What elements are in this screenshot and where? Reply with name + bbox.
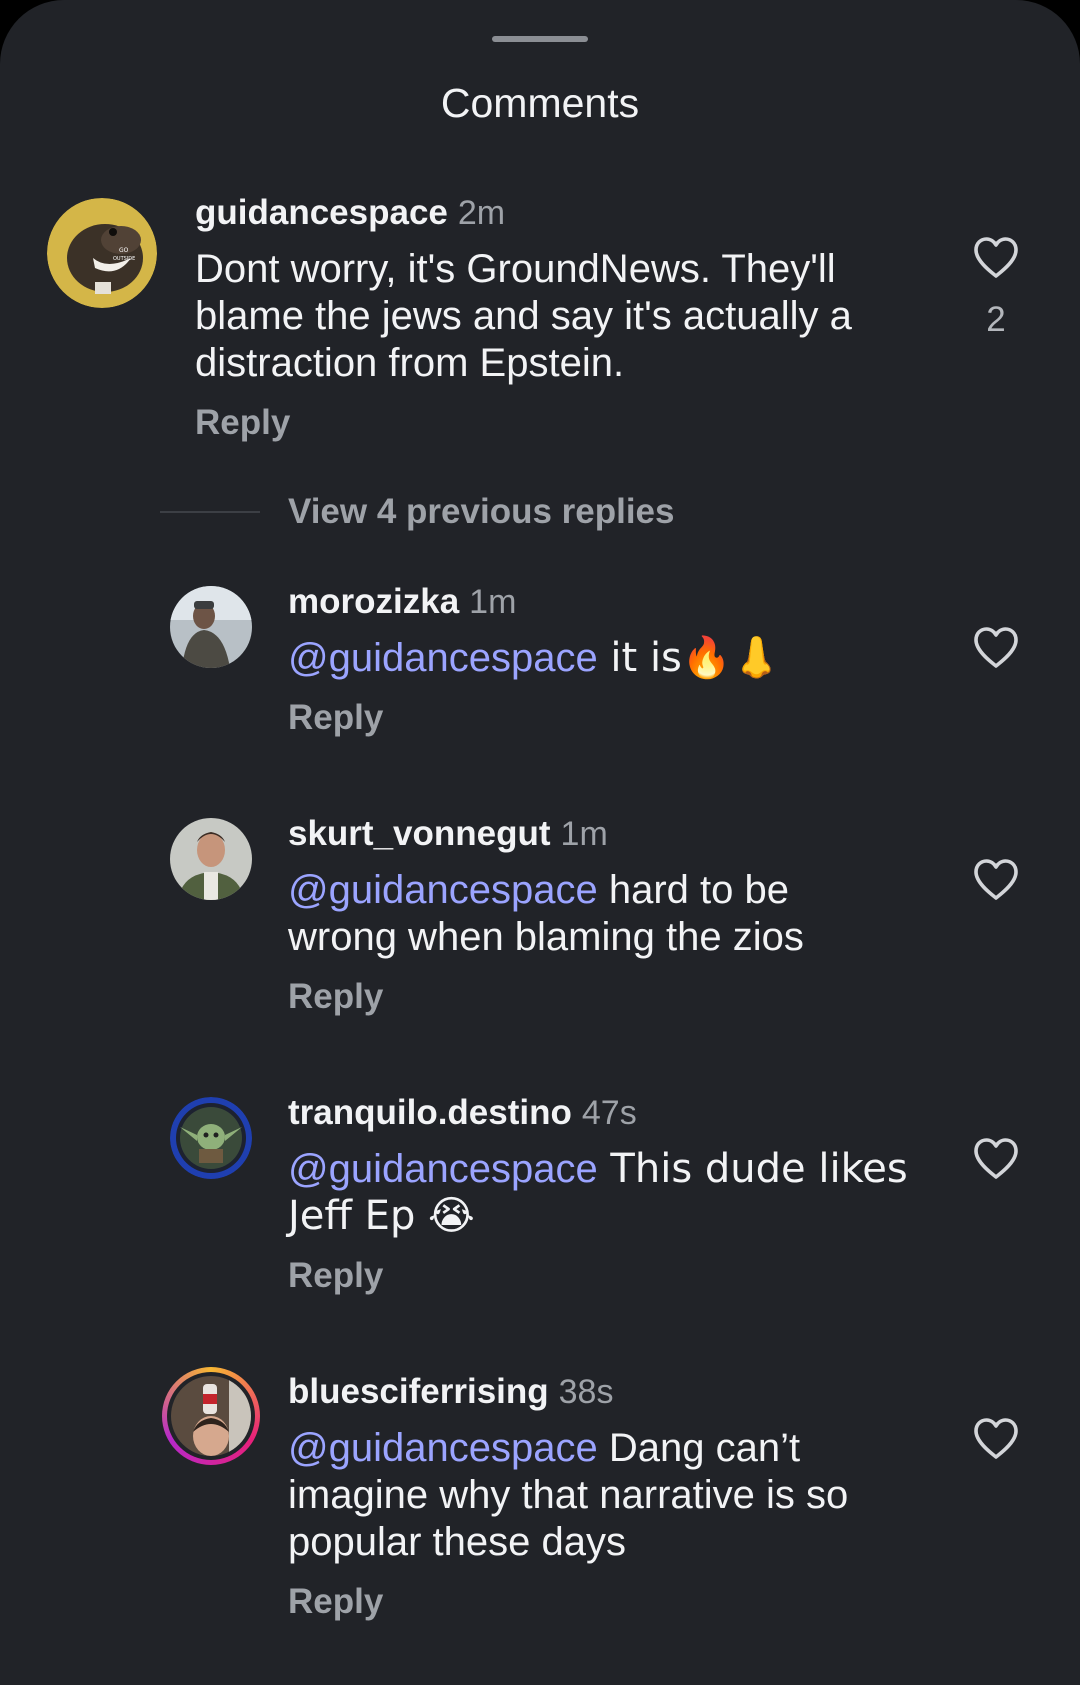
avatar-image — [170, 1097, 252, 1179]
reply-button[interactable]: Reply — [195, 401, 290, 445]
reply-time: 1m — [469, 583, 517, 621]
reply-text: @guidancespace hard to be wrong when bla… — [288, 867, 908, 961]
avatar[interactable] — [170, 1097, 252, 1179]
heart-outline-icon — [974, 627, 1018, 668]
reply-button[interactable]: Reply — [288, 1580, 383, 1624]
reply-body: skurt_vonnegut 1m @guidancespace hard to … — [288, 809, 908, 1019]
reply-username[interactable]: bluesciferrising — [288, 1372, 549, 1411]
heart-outline-icon — [974, 237, 1018, 278]
avatar-caption-2: OUTSIDE — [113, 256, 135, 262]
avatar-image — [170, 818, 252, 900]
reply-body: tranquilo.destino 47s @guidancespace This… — [288, 1088, 908, 1298]
comment-time: 2m — [457, 194, 506, 232]
like-button[interactable] — [972, 626, 1020, 670]
reply-text: @guidancespace This dude likes Jeff Ep 😭 — [288, 1146, 908, 1240]
avatar[interactable] — [170, 586, 252, 668]
like-button[interactable] — [972, 1417, 1020, 1461]
reply-text: @guidancespace Dang can’t imagine why th… — [288, 1425, 928, 1566]
reply-time: 47s — [581, 1094, 637, 1132]
comment-body: guidancespace 2m Dont worry, it's GroundN… — [195, 188, 915, 445]
reply-meta: bluesciferrising 38s — [288, 1367, 928, 1417]
like-button[interactable] — [972, 236, 1020, 280]
heart-outline-icon — [974, 1138, 1018, 1179]
avatar[interactable] — [170, 818, 252, 900]
mention-link[interactable]: @guidancespace — [288, 1426, 598, 1470]
view-replies-label: View 4 previous replies — [288, 492, 675, 531]
reply-meta: morozizka 1m — [288, 577, 908, 627]
reply-text: @guidancespace it is🔥👃 — [288, 635, 908, 682]
reply-time: 1m — [560, 815, 608, 853]
heart-outline-icon — [974, 1418, 1018, 1459]
avatar-caption: GO — [119, 247, 129, 254]
reply-text-content: it is🔥👃 — [597, 635, 782, 681]
reply-button[interactable]: Reply — [288, 975, 383, 1019]
view-replies-button[interactable]: View 4 previous replies — [160, 490, 675, 534]
mention-link[interactable]: @guidancespace — [288, 636, 598, 680]
comment-username[interactable]: guidancespace — [195, 193, 448, 232]
reply-body: bluesciferrising 38s @guidancespace Dang … — [288, 1367, 928, 1624]
comment-text: Dont worry, it's GroundNews. They'll bla… — [195, 247, 852, 385]
mention-link[interactable]: @guidancespace — [288, 1147, 598, 1191]
avatar-image — [170, 586, 252, 668]
reply-meta: skurt_vonnegut 1m — [288, 809, 908, 859]
like-button[interactable] — [972, 858, 1020, 902]
heart-outline-icon — [974, 859, 1018, 900]
avatar[interactable]: GO OUTSIDE — [47, 198, 157, 308]
drag-handle[interactable] — [492, 36, 588, 42]
avatar-image — [171, 1376, 251, 1456]
reply-button[interactable]: Reply — [288, 696, 383, 740]
reply-body: morozizka 1m @guidancespace it is🔥👃 Reply — [288, 577, 908, 740]
avatar — [171, 1376, 251, 1456]
comment-meta: guidancespace 2m — [195, 188, 915, 238]
reply-time: 38s — [558, 1373, 614, 1411]
replies-divider — [160, 511, 260, 513]
avatar-story-ring[interactable] — [162, 1367, 260, 1465]
avatar-image: GO OUTSIDE — [47, 198, 157, 308]
reply-username[interactable]: tranquilo.destino — [288, 1093, 572, 1132]
like-button[interactable] — [972, 1137, 1020, 1181]
reply-username[interactable]: skurt_vonnegut — [288, 814, 551, 853]
reply-button[interactable]: Reply — [288, 1254, 383, 1298]
sheet-title: Comments — [440, 80, 640, 126]
like-count: 2 — [986, 300, 1006, 339]
reply-meta: tranquilo.destino 47s — [288, 1088, 908, 1138]
mention-link[interactable]: @guidancespace — [288, 868, 598, 912]
comments-sheet: Comments GO OUTSIDE guidancespace 2m Dont… — [0, 0, 1080, 1685]
reply-username[interactable]: morozizka — [288, 582, 459, 621]
